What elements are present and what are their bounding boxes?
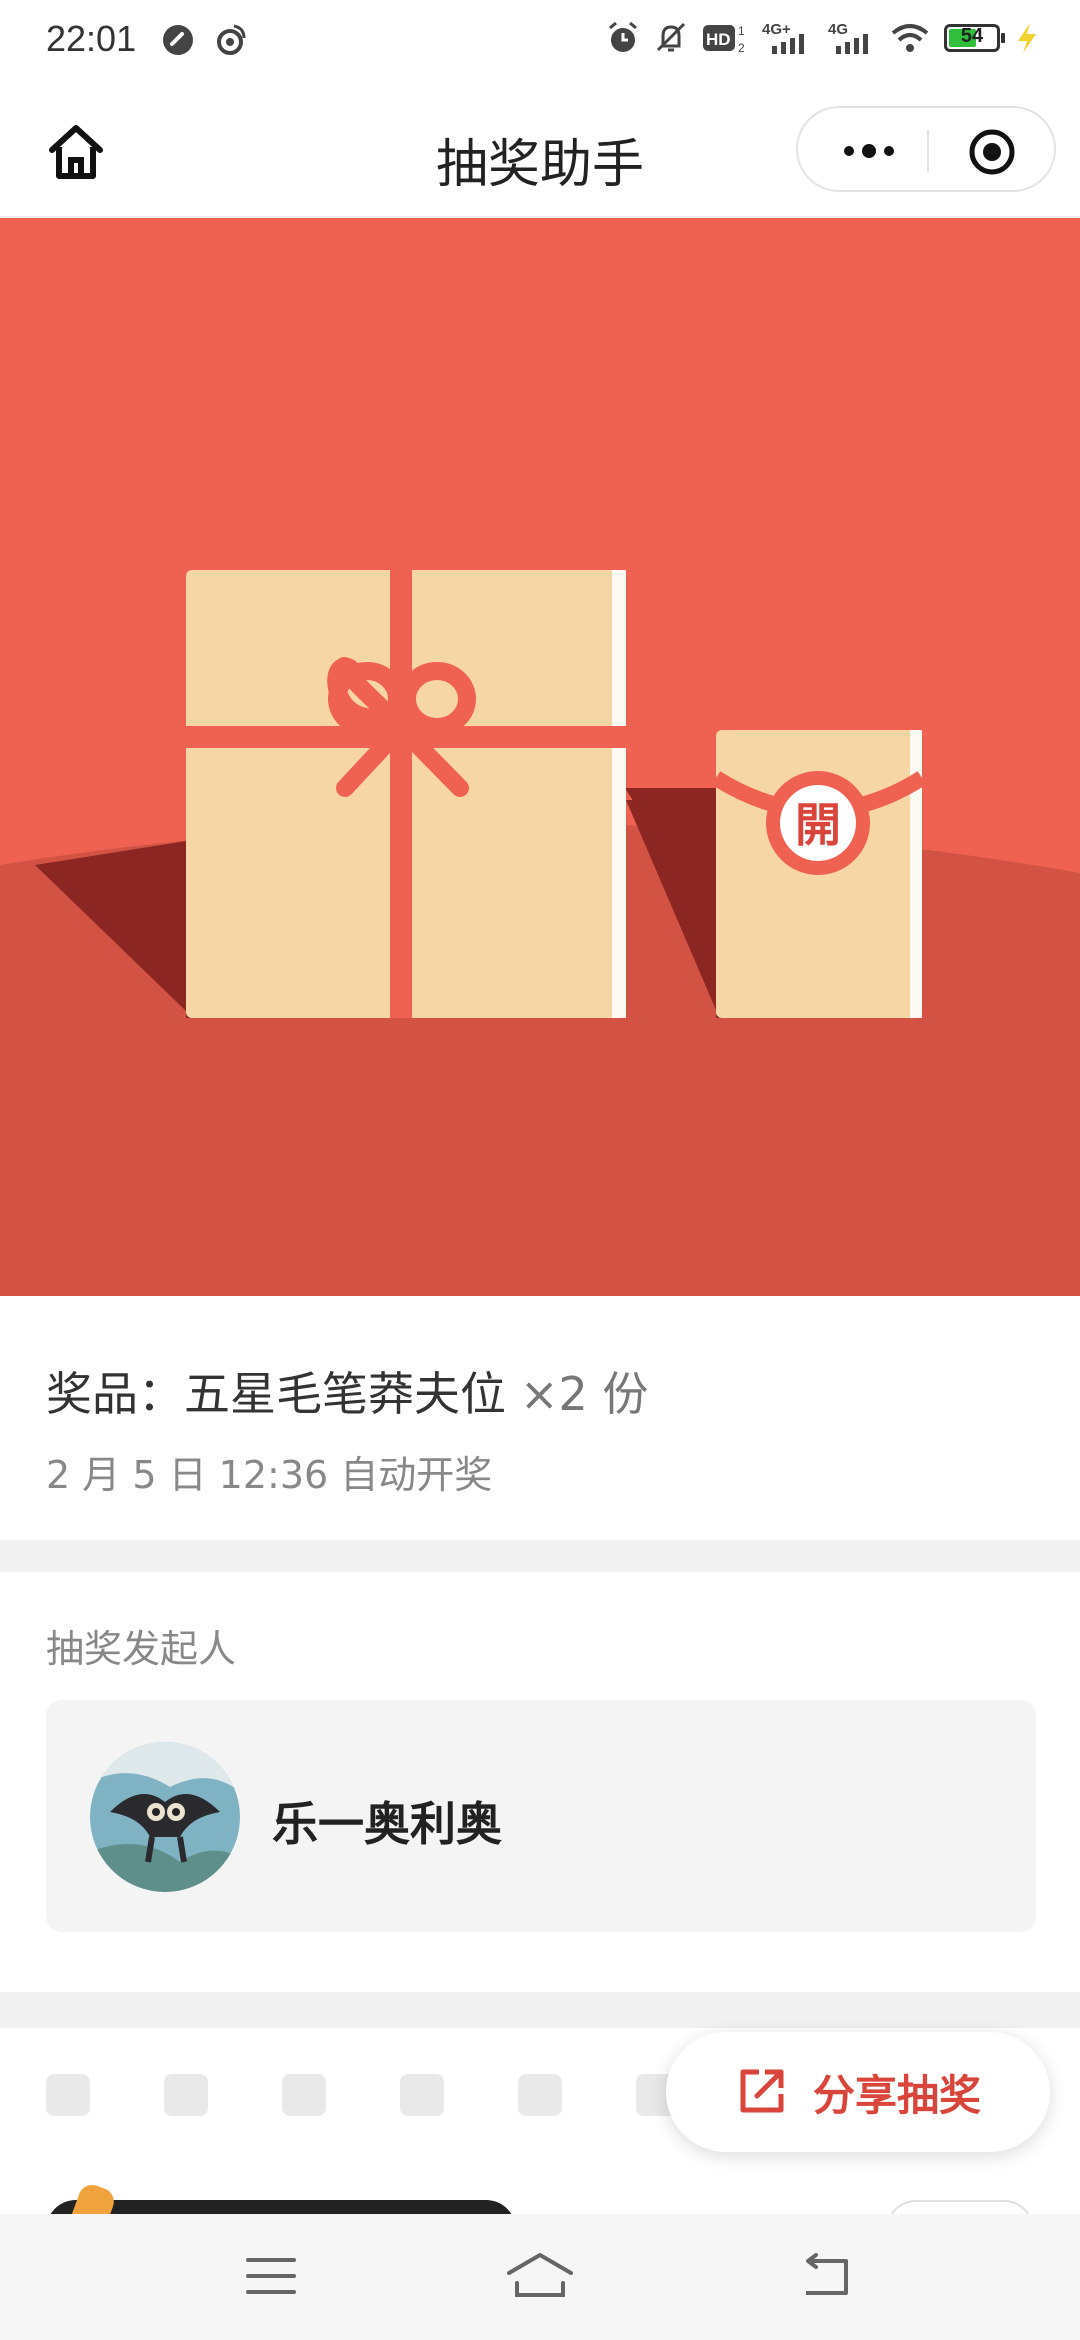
- title-bar: 抽奖助手: [0, 84, 1080, 218]
- initiator-label: 抽奖发起人: [46, 1627, 237, 1671]
- nav-menu-button[interactable]: [236, 2244, 306, 2308]
- nav-back-button[interactable]: [790, 2244, 860, 2308]
- placeholder-avatar: [400, 2074, 444, 2116]
- weibo-icon: [217, 24, 246, 55]
- partial-join-button[interactable]: [46, 2200, 516, 2214]
- back-icon: [806, 2253, 848, 2295]
- placeholder-avatar: [282, 2074, 326, 2116]
- capsule-divider: [927, 130, 929, 172]
- placeholder-avatar: [164, 2074, 208, 2116]
- draw-time: 2 月 5 日 12:36 自动开奖: [46, 1453, 493, 1497]
- menu-icon: [246, 2258, 296, 2294]
- initiator-name: 乐一奥利奥: [272, 1797, 502, 1851]
- share-icon: [740, 2069, 784, 2113]
- initiator-section: 抽奖发起人 乐一奥利奥: [0, 1572, 1080, 1992]
- more-icon: [844, 144, 894, 158]
- nav-home-button[interactable]: [505, 2244, 575, 2308]
- share-lottery-button[interactable]: 分享抽奖: [666, 2032, 1050, 2152]
- close-miniprogram-button[interactable]: [968, 128, 1016, 176]
- app-notification-icon: [163, 25, 193, 55]
- section-divider: [0, 1540, 1080, 1572]
- mute-bell-icon: [656, 22, 686, 52]
- hd-icon: HD 1 2: [703, 24, 745, 55]
- status-right-icons: HD 1 2 4G+ 4G 54: [606, 20, 1040, 56]
- more-button[interactable]: [834, 130, 904, 172]
- initiator-card[interactable]: 乐一奥利奥: [46, 1700, 1036, 1932]
- partial-pill-button[interactable]: [886, 2200, 1034, 2214]
- status-time: 22:01: [46, 18, 137, 59]
- svg-text:HD: HD: [706, 30, 731, 49]
- battery-level: 54: [960, 25, 984, 47]
- alarm-icon: [609, 21, 637, 52]
- home-icon: [507, 2253, 573, 2297]
- battery-icon: 54: [944, 24, 1005, 52]
- svg-text:4G+: 4G+: [762, 21, 791, 38]
- prize-name: 奖品：五星毛笔莽夫位: [46, 1367, 506, 1421]
- wifi-icon: [891, 24, 929, 52]
- svg-text:4G: 4G: [828, 21, 848, 38]
- avatar: [90, 1742, 240, 1892]
- placeholder-avatar: [46, 2074, 90, 2116]
- svg-text:2: 2: [738, 41, 745, 55]
- signal-4g-icon: 4G: [828, 21, 868, 54]
- charging-icon: [1018, 23, 1036, 53]
- target-icon: [969, 129, 1015, 175]
- capsule-menu: [796, 106, 1056, 192]
- hand-pointer-icon: [70, 2181, 118, 2214]
- prize-banner: 開: [0, 218, 1080, 1296]
- share-label: 分享抽奖: [812, 2070, 981, 2120]
- prize-line: 奖品：五星毛笔莽夫位 ×2 份: [46, 1358, 648, 1424]
- signal-4g-plus-icon: 4G+: [762, 21, 804, 54]
- envelope-seal-text: 開: [795, 798, 841, 852]
- gift-illustration: 開: [0, 218, 1080, 1296]
- prize-section: 奖品：五星毛笔莽夫位 ×2 份 2 月 5 日 12:36 自动开奖: [0, 1296, 1080, 1540]
- section-divider: [0, 1992, 1080, 2028]
- svg-text:1: 1: [738, 24, 745, 38]
- placeholder-avatar: [518, 2074, 562, 2116]
- status-left-icons: [160, 22, 248, 58]
- system-nav-bar: [0, 2214, 1080, 2340]
- prize-count: ×2 份: [520, 1367, 649, 1421]
- status-bar: 22:01 HD 1 2 4G+ 4G 54: [0, 0, 1080, 84]
